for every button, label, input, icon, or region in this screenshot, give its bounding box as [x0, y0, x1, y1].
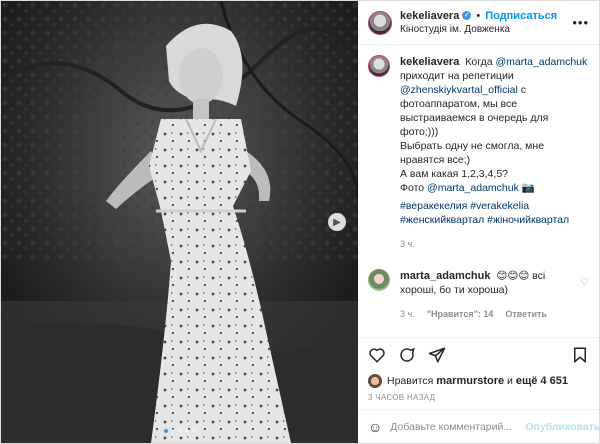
likes-middle: и [507, 375, 513, 387]
caption-author[interactable]: kekeliavera [400, 56, 459, 68]
post-photo[interactable]: ▶ [1, 1, 358, 443]
emoji-icon[interactable]: ☺ [368, 419, 382, 435]
carousel-dot [163, 429, 168, 433]
comment-meta: 3 ч. "Нравится": 14 Ответить [400, 307, 573, 321]
caption-text-2: приходит на репетиции [400, 70, 514, 82]
separator: • [476, 9, 481, 22]
liker-username[interactable]: marmurstore [436, 375, 504, 387]
mention-link[interactable]: @zhenskiykvartal_official [400, 84, 518, 96]
post-sidebar: kekeliavera ✓ • Подписаться Кіностудія і… [358, 1, 600, 443]
caption-text-4: Выбрать одну не смогла, мне нравятся все… [400, 140, 545, 166]
comment-likes[interactable]: "Нравится": 14 [427, 307, 494, 321]
carousel-dot [191, 429, 196, 433]
carousel-dot [170, 429, 175, 433]
photo-image [1, 1, 358, 443]
carousel-dot [184, 429, 189, 433]
hashtag-link[interactable]: #веракекелия [400, 200, 467, 212]
verified-badge-icon: ✓ [462, 11, 472, 20]
location-link[interactable]: Кіностудія ім. Довженка [400, 23, 557, 37]
mention-link[interactable]: @marta_adamchuk [495, 56, 587, 68]
reply-button[interactable]: Ответить [505, 307, 547, 321]
likes-count[interactable]: ещё 4 651 [516, 375, 568, 387]
caption-text-5: А вам какая 1,2,3,4,5? [400, 168, 508, 180]
mention-link[interactable]: @marta_adamchuk [427, 182, 519, 194]
next-slide-button[interactable]: ▶ [328, 213, 346, 231]
action-bar [358, 337, 599, 371]
hashtag-link[interactable]: #verakekelia [470, 200, 529, 212]
hashtag-link[interactable]: #жіночийквартал [487, 214, 569, 226]
more-options-icon[interactable]: ••• [572, 15, 589, 30]
author-avatar[interactable] [368, 10, 392, 35]
caption-text-1: Когда [465, 56, 493, 68]
comment-icon[interactable] [398, 346, 416, 364]
instagram-post: ▶ kekeliavera ✓ • Подписаться Кіностудія… [0, 0, 600, 444]
heart-icon[interactable] [368, 346, 386, 364]
liker-avatar[interactable] [368, 374, 382, 388]
publish-button[interactable]: Опубликовать [525, 421, 600, 433]
share-icon[interactable] [428, 346, 446, 364]
comments-section: kekeliavera Когда @marta_adamchuk приход… [358, 45, 599, 337]
caption: kekeliavera Когда @marta_adamchuk приход… [368, 55, 589, 251]
caption-meta: 3 ч. [400, 237, 589, 251]
caption-text-6: Фото [400, 182, 425, 194]
bookmark-icon[interactable] [571, 346, 589, 364]
caption-time[interactable]: 3 ч. [400, 237, 415, 251]
add-comment-bar: ☺ Опубликовать [358, 409, 600, 443]
post-header: kekeliavera ✓ • Подписаться Кіностудія і… [358, 1, 599, 45]
comment-time[interactable]: 3 ч. [400, 307, 415, 321]
comment-input[interactable] [390, 420, 526, 433]
carousel-indicator [1, 429, 358, 433]
hashtag-link[interactable]: #женскийквартал [400, 214, 484, 226]
comment-item: marta_adamchuk 😊😊😊 всі хороші, бо ти хор… [368, 269, 589, 321]
likes-summary: Нравится marmurstore и ещё 4 651 [358, 371, 599, 391]
post-date[interactable]: 3 ЧАСОВ НАЗАД [358, 391, 599, 409]
comment-like-heart-icon[interactable]: ♡ [580, 277, 589, 288]
follow-button[interactable]: Подписаться [485, 9, 557, 23]
author-username[interactable]: kekeliavera [400, 9, 459, 23]
commenter-avatar[interactable] [368, 269, 390, 291]
hashtags: #веракекелия #verakekelia #женскийкварта… [400, 199, 589, 227]
commenter-username[interactable]: marta_adamchuk [400, 270, 491, 282]
likes-prefix: Нравится [387, 375, 434, 387]
caption-avatar[interactable] [368, 55, 390, 77]
camera-emoji: 📷 [521, 182, 535, 194]
carousel-dot [177, 429, 182, 433]
